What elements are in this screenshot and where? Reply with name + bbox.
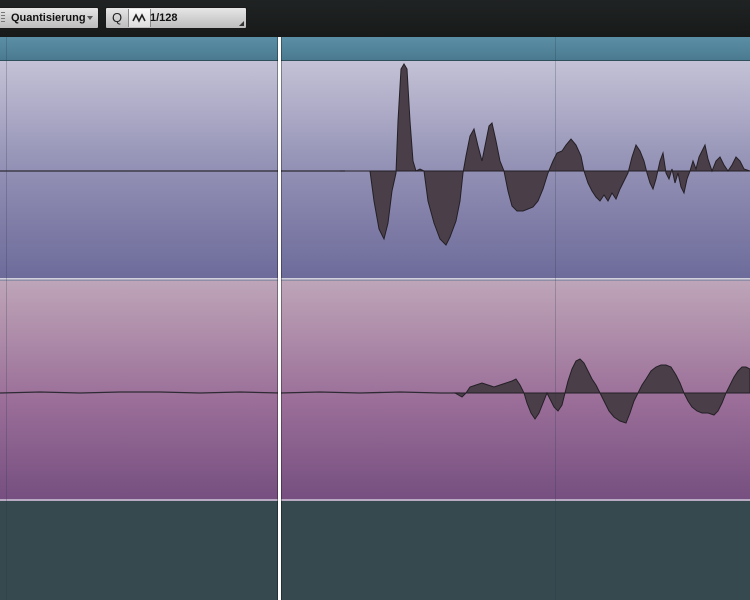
- empty-lane-area[interactable]: [0, 501, 750, 600]
- quantize-button[interactable]: Q: [108, 9, 126, 27]
- chevron-down-icon: [87, 16, 93, 20]
- quantize-group: Q 1/128: [105, 7, 247, 29]
- waveform-lane-1: [0, 63, 750, 246]
- event-ruler[interactable]: [0, 37, 750, 61]
- quantize-value-display[interactable]: 1/128: [150, 12, 178, 24]
- project-cursor[interactable]: [277, 37, 282, 600]
- iterative-quantize-button[interactable]: [128, 9, 151, 27]
- quantize-preset-dropdown[interactable]: Quantisierung: [0, 7, 99, 29]
- corner-arrow-icon: [239, 21, 244, 26]
- grid-line: [555, 37, 556, 600]
- audio-lane-1[interactable]: [0, 61, 750, 278]
- iterative-quantize-icon: [132, 13, 146, 23]
- toolbar: Quantisierung Q 1/128: [0, 0, 750, 37]
- grip-icon: [1, 12, 5, 24]
- grid-line: [6, 37, 7, 600]
- quantize-label: Quantisierung: [11, 12, 86, 24]
- audio-lane-2[interactable]: [0, 281, 750, 500]
- waveform-lane-2: [0, 358, 750, 424]
